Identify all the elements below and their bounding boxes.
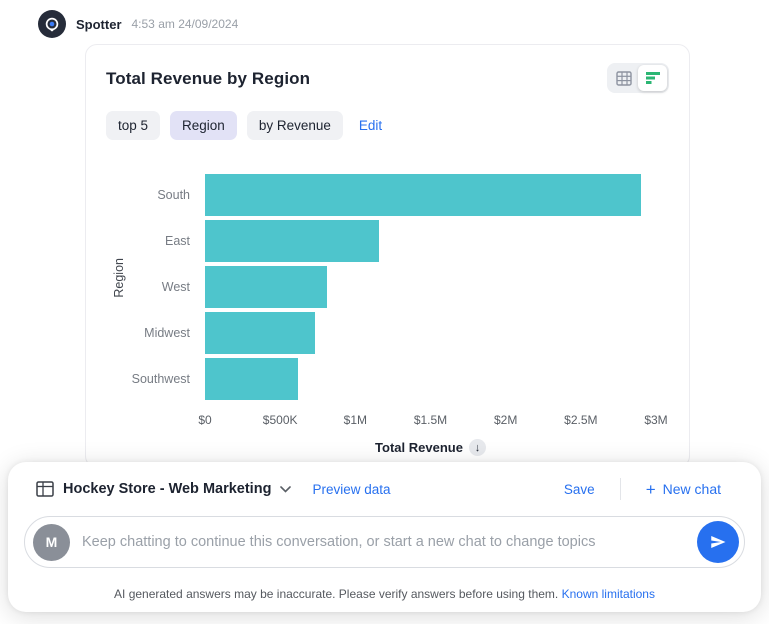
chart-row: Midwest: [106, 310, 675, 356]
known-limitations-link[interactable]: Known limitations: [562, 587, 655, 601]
new-chat-button[interactable]: + New chat: [646, 481, 721, 498]
x-tick-label: $0: [198, 413, 211, 427]
sort-descending-icon[interactable]: ↓: [469, 439, 486, 456]
x-tick-label: $1.5M: [414, 413, 447, 427]
x-axis-ticks: $0$500K$1M$1.5M$2M$2.5M$3M: [205, 413, 656, 429]
x-tick-label: $2M: [494, 413, 517, 427]
chip-region[interactable]: Region: [170, 111, 237, 140]
message-timestamp: 4:53 am 24/09/2024: [132, 17, 239, 31]
bar-chart: Region South East West Midwest Southwest $0 $…: [106, 172, 675, 456]
x-tick-label: $1M: [344, 413, 367, 427]
send-icon: [709, 533, 727, 551]
chart-view-button[interactable]: [638, 65, 667, 91]
chip-by-revenue[interactable]: by Revenue: [247, 111, 343, 140]
table-view-button[interactable]: [609, 65, 638, 91]
spotter-avatar: [38, 10, 66, 38]
disclaimer-text: AI generated answers may be inaccurate. …: [114, 587, 558, 601]
y-axis-label: Region: [112, 258, 126, 298]
x-axis-label[interactable]: Total Revenue: [375, 440, 463, 455]
save-button[interactable]: Save: [564, 482, 595, 497]
chart-title: Total Revenue by Region: [106, 69, 675, 89]
edit-link[interactable]: Edit: [359, 118, 382, 133]
chip-top-5[interactable]: top 5: [106, 111, 160, 140]
bar[interactable]: [205, 174, 641, 216]
table-icon: [616, 71, 632, 86]
new-chat-label: New chat: [663, 481, 721, 497]
category-label: East: [106, 234, 205, 248]
datasource-row: Hockey Store - Web Marketing Preview dat…: [8, 462, 761, 500]
chart-row: South: [106, 172, 675, 218]
spotter-logo-icon: [44, 16, 60, 32]
app-name: Spotter: [76, 17, 122, 32]
user-avatar: M: [33, 524, 70, 561]
chart-row: West: [106, 264, 675, 310]
x-axis-label-row: Total Revenue ↓: [205, 439, 656, 456]
plus-icon: +: [646, 481, 656, 498]
chevron-down-icon[interactable]: [280, 486, 291, 493]
x-tick-label: $500K: [263, 413, 298, 427]
ai-disclaimer: AI generated answers may be inaccurate. …: [8, 587, 761, 601]
x-tick-label: $3M: [644, 413, 667, 427]
bar[interactable]: [205, 358, 298, 400]
answer-card: Total Revenue by Region top 5 Region by …: [85, 44, 690, 468]
bar[interactable]: [205, 266, 327, 308]
view-toggle: [607, 63, 669, 93]
header: Spotter 4:53 am 24/09/2024: [38, 10, 238, 38]
chart-row: East: [106, 218, 675, 264]
worksheet-name[interactable]: Hockey Store - Web Marketing: [63, 481, 271, 497]
chat-panel: Hockey Store - Web Marketing Preview dat…: [8, 462, 761, 612]
bar[interactable]: [205, 312, 315, 354]
vertical-divider: [620, 478, 621, 500]
chat-input-pill: M: [24, 516, 745, 568]
bar-chart-icon: [645, 71, 661, 85]
send-button[interactable]: [697, 521, 739, 563]
chart-row: Southwest: [106, 356, 675, 402]
chart-rows: South East West Midwest Southwest: [106, 172, 675, 402]
bar-track: [205, 174, 656, 216]
category-label: South: [106, 188, 205, 202]
worksheet-icon: [36, 481, 54, 497]
bar-track: [205, 358, 656, 400]
bar-track: [205, 220, 656, 262]
bar-track: [205, 266, 656, 308]
preview-data-link[interactable]: Preview data: [312, 482, 390, 497]
x-tick-label: $2.5M: [564, 413, 597, 427]
bar[interactable]: [205, 220, 379, 262]
query-chips-row: top 5 Region by Revenue Edit: [106, 111, 675, 140]
category-label: Southwest: [106, 372, 205, 386]
bar-track: [205, 312, 656, 354]
category-label: Midwest: [106, 326, 205, 340]
chat-input[interactable]: [70, 534, 697, 550]
